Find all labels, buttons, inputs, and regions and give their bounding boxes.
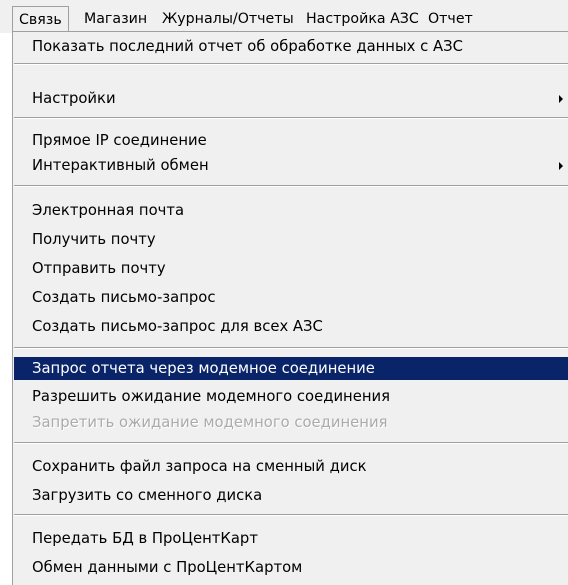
menu-item-email[interactable]: Электронная почта — [14, 199, 568, 222]
menu-item-label: Сохранить файл запроса на сменный диск — [32, 458, 367, 475]
menu-item-load-removable[interactable]: Загрузить со сменного диска — [14, 484, 568, 507]
menu-separator — [14, 442, 568, 444]
menu-item-receive-mail[interactable]: Получить почту — [14, 228, 568, 251]
menu-item-exchange-procentcard[interactable]: Обмен данными с ПроЦентКартом — [14, 556, 568, 579]
menu-item-show-last-report[interactable]: Показать последний отчет об обработке да… — [14, 35, 568, 58]
menu-otchet[interactable]: Отчет — [422, 6, 479, 32]
menu-item-modem-report-request[interactable]: Запрос отчета через модемное соединение — [14, 357, 568, 380]
menu-item-label: Обмен данными с ПроЦентКартом — [32, 559, 303, 576]
menu-separator — [14, 514, 568, 516]
menu-item-direct-ip[interactable]: Прямое IP соединение — [14, 129, 568, 152]
submenu-arrow-icon — [559, 162, 563, 170]
menu-item-interactive-exchange[interactable]: Интерактивный обмен — [14, 154, 568, 177]
menu-item-settings[interactable]: Настройки — [14, 87, 568, 110]
menu-item-label: Создать письмо-запрос — [32, 289, 216, 306]
menu-magazin[interactable]: Магазин — [78, 6, 153, 32]
menu-item-label: Отправить почту — [32, 260, 166, 277]
menu-bar: Связь Магазин Журналы/Отчеты Настройка А… — [0, 0, 568, 33]
menu-item-label: Настройки — [32, 90, 116, 107]
submenu-arrow-icon — [559, 95, 563, 103]
menu-item-label: Интерактивный обмен — [32, 157, 209, 174]
menu-item-label: Электронная почта — [32, 202, 185, 219]
menu-item-label: Передать БД в ПроЦентКарт — [32, 530, 258, 547]
menu-item-label: Получить почту — [32, 231, 156, 248]
menu-nastroika-azs[interactable]: Настройка АЗС — [300, 6, 425, 32]
svyaz-dropdown-menu: Показать последний отчет об обработке да… — [12, 31, 568, 585]
menu-separator — [14, 63, 568, 65]
menu-item-create-request-letter-all[interactable]: Создать письмо-запрос для всех АЗС — [14, 315, 568, 338]
menu-svyaz[interactable]: Связь — [12, 6, 69, 32]
menu-item-send-mail[interactable]: Отправить почту — [14, 257, 568, 280]
menu-zhurnaly-otchety[interactable]: Журналы/Отчеты — [156, 6, 300, 32]
menu-item-label: Разрешить ожидание модемного соединения — [32, 388, 391, 405]
menu-separator — [14, 347, 568, 349]
menu-item-label: Загрузить со сменного диска — [32, 487, 263, 504]
menu-item-create-request-letter[interactable]: Создать письмо-запрос — [14, 286, 568, 309]
menu-item-label: Запретить ожидание модемного соединения — [32, 414, 388, 431]
menu-item-label: Показать последний отчет об обработке да… — [32, 38, 463, 55]
menu-item-forbid-modem-wait: Запретить ожидание модемного соединения — [14, 411, 568, 434]
menu-item-transfer-db-procentcard[interactable]: Передать БД в ПроЦентКарт — [14, 527, 568, 550]
menu-separator — [14, 185, 568, 187]
menu-item-label: Запрос отчета через модемное соединение — [32, 360, 375, 377]
menu-item-save-request-removable[interactable]: Сохранить файл запроса на сменный диск — [14, 455, 568, 478]
menu-separator — [14, 117, 568, 119]
menu-item-label: Прямое IP соединение — [32, 132, 207, 149]
menu-item-allow-modem-wait[interactable]: Разрешить ожидание модемного соединения — [14, 385, 568, 408]
menu-item-label: Создать письмо-запрос для всех АЗС — [32, 318, 323, 335]
